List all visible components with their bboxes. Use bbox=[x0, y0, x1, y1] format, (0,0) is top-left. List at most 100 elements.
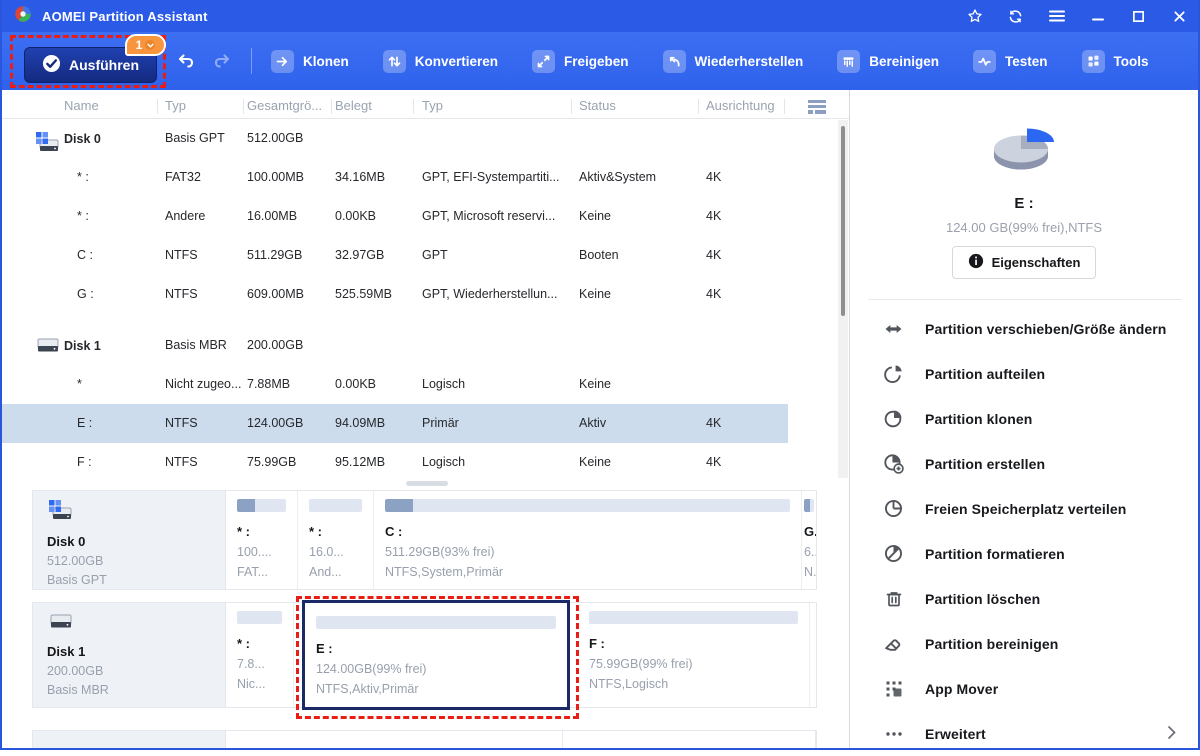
split-partition-icon bbox=[883, 363, 904, 384]
usage-bar bbox=[237, 499, 286, 512]
action-wipe-partition[interactable]: Partition bereinigen bbox=[850, 621, 1198, 666]
undo-icon[interactable] bbox=[174, 49, 198, 73]
table-row-g[interactable]: G : NTFS 609.00MB 525.59MB GPT, Wiederherste… bbox=[2, 275, 788, 314]
disk-gpt-icon bbox=[47, 500, 73, 527]
update-sync-icon[interactable] bbox=[1007, 8, 1024, 25]
pane-splitter-handle[interactable] bbox=[406, 481, 448, 486]
action-clone-partition[interactable]: Partition klonen bbox=[850, 396, 1198, 441]
apply-annotation-box: Ausführen 1 bbox=[10, 34, 166, 88]
maximize-icon[interactable] bbox=[1130, 8, 1147, 25]
col-typ2[interactable]: Typ bbox=[422, 98, 443, 113]
col-belegt[interactable]: Belegt bbox=[335, 98, 372, 113]
check-icon bbox=[42, 54, 61, 76]
list-view-icon[interactable] bbox=[804, 98, 830, 119]
diskmap-partition-unallocated[interactable]: * : 7.8... Nic... bbox=[226, 603, 294, 707]
selected-drive-label: E : bbox=[1014, 195, 1034, 212]
table-row-efi[interactable]: * : FAT32 100.00MB 34.16MB GPT, EFI-Systempa… bbox=[2, 158, 788, 197]
properties-button[interactable]: Eigenschaften bbox=[951, 246, 1097, 279]
app-window: AOMEI Partition Assistant Ausführen 1 Kl… bbox=[0, 0, 1200, 750]
toolbar-button-test[interactable]: Testen bbox=[973, 49, 1048, 73]
redo-icon[interactable] bbox=[210, 49, 234, 73]
share-icon bbox=[532, 49, 556, 73]
more-icon bbox=[883, 723, 904, 744]
action-create-partition[interactable]: Partition erstellen bbox=[850, 441, 1198, 486]
apply-button-label: Ausführen bbox=[69, 57, 139, 73]
format-partition-icon bbox=[883, 543, 904, 564]
action-split-partition[interactable]: Partition aufteilen bbox=[850, 351, 1198, 396]
minimize-icon[interactable] bbox=[1089, 8, 1106, 25]
action-delete-partition[interactable]: Partition löschen bbox=[850, 576, 1198, 621]
diskmap-disk2-partition[interactable] bbox=[563, 731, 816, 748]
toolbar-button-tools[interactable]: Tools bbox=[1081, 49, 1149, 73]
clone-partition-icon bbox=[883, 408, 904, 429]
usage-bar bbox=[237, 611, 282, 624]
table-row-c[interactable]: C : NTFS 511.29GB 32.97GB GPT Booten 4K bbox=[2, 236, 788, 275]
window-title: AOMEI Partition Assistant bbox=[42, 8, 208, 24]
action-panel: E : 124.00 GB(99% frei),NTFS Eigenschaft… bbox=[849, 90, 1198, 748]
toolbar-button-restore[interactable]: Wiederherstellen bbox=[662, 49, 803, 73]
diskmap-partition-g-clipped[interactable]: G. 6.. N. bbox=[802, 491, 816, 589]
wipe-partition-icon bbox=[883, 633, 904, 654]
table-row-f[interactable]: F : NTFS 75.99GB 95.12MB Logisch Keine 4K bbox=[2, 443, 788, 482]
diskmap-disk0-label[interactable]: Disk 0 512.00GB Basis GPT bbox=[33, 491, 226, 589]
diskmap-disk2-partition[interactable] bbox=[226, 731, 563, 748]
panel-divider bbox=[868, 299, 1182, 300]
usage-bar bbox=[385, 499, 790, 512]
allocate-space-icon bbox=[883, 498, 904, 519]
col-name[interactable]: Name bbox=[64, 98, 99, 113]
table-row-disk0[interactable]: Disk 0 Basis GPT 512.00GB bbox=[2, 119, 788, 158]
action-advanced[interactable]: Erweitert bbox=[850, 711, 1198, 756]
toolbar: Ausführen 1 Klonen Konvertieren Freigebe… bbox=[2, 32, 1198, 90]
col-ausrichtung[interactable]: Ausrichtung bbox=[706, 98, 775, 113]
action-app-mover[interactable]: App Mover bbox=[850, 666, 1198, 711]
action-format-partition[interactable]: Partition formatieren bbox=[850, 531, 1198, 576]
diskmap-partition-efi[interactable]: * : 100.... FAT... bbox=[226, 491, 298, 589]
pending-operations-badge[interactable]: 1 bbox=[125, 34, 166, 56]
col-typ[interactable]: Typ bbox=[165, 98, 186, 113]
disk-gpt-icon bbox=[34, 131, 60, 158]
usage-bar bbox=[804, 499, 814, 512]
usage-bar bbox=[309, 499, 362, 512]
selected-drive-summary: 124.00 GB(99% frei),NTFS bbox=[945, 220, 1103, 235]
action-allocate-free-space[interactable]: Freien Speicherplatz verteilen bbox=[850, 486, 1198, 531]
app-logo-icon bbox=[14, 5, 32, 28]
favorite-star-icon[interactable] bbox=[966, 8, 983, 25]
delete-partition-icon bbox=[883, 588, 904, 609]
close-icon[interactable] bbox=[1171, 8, 1188, 25]
diskmap-partition-c[interactable]: C : 511.29GB(93% frei) NTFS,System,Primä… bbox=[374, 491, 802, 589]
disk-list-pane: Name Typ Gesamtgrö... Belegt Typ Status … bbox=[2, 90, 849, 748]
tools-icon bbox=[1081, 49, 1105, 73]
convert-icon bbox=[382, 49, 406, 73]
diskmap-disk1-label[interactable]: Disk 1 200.00GB Basis MBR bbox=[33, 603, 226, 707]
diskmap-disk2-label[interactable] bbox=[33, 731, 226, 748]
table-row-e-selected[interactable]: E : NTFS 124.00GB 94.09MB Primär Aktiv 4K bbox=[2, 404, 788, 443]
toolbar-button-clone[interactable]: Klonen bbox=[271, 49, 349, 73]
toolbar-button-share[interactable]: Freigeben bbox=[532, 49, 629, 73]
diskmap-partition-e-selected[interactable]: E : 124.00GB(99% frei) NTFS,Aktiv,Primär bbox=[302, 600, 570, 710]
toolbar-divider bbox=[251, 48, 252, 74]
table-scrollbar-thumb[interactable] bbox=[841, 126, 845, 316]
diskmap-partition-msr[interactable]: * : 16.0... And... bbox=[298, 491, 374, 589]
table-row-msr[interactable]: * : Andere 16.00MB 0.00KB GPT, Microsoft res… bbox=[2, 197, 788, 236]
toolbar-button-wipe[interactable]: Bereinigen bbox=[837, 49, 939, 73]
badge-chevron-down-icon bbox=[145, 40, 156, 50]
restore-icon bbox=[662, 49, 686, 73]
clone-icon bbox=[271, 49, 294, 73]
disk-mbr-icon bbox=[47, 614, 73, 637]
table-row-disk1[interactable]: Disk 1 Basis MBR 200.00GB bbox=[2, 326, 788, 365]
toolbar-button-convert[interactable]: Konvertieren bbox=[382, 49, 498, 73]
usage-bar bbox=[316, 616, 556, 629]
diskmap-disk1: Disk 1 200.00GB Basis MBR * : 7.8... Nic… bbox=[32, 600, 817, 710]
action-move-resize-partition[interactable]: Partition verschieben/Größe ändern bbox=[850, 306, 1198, 351]
action-list: Partition verschieben/Größe ändern Parti… bbox=[850, 306, 1198, 756]
col-status[interactable]: Status bbox=[579, 98, 616, 113]
info-icon bbox=[968, 253, 984, 272]
diskmap-disk2-partial bbox=[32, 730, 817, 748]
wipe-icon bbox=[837, 49, 861, 73]
badge-count: 1 bbox=[135, 38, 143, 52]
table-row-unallocated[interactable]: * Nicht zugeo... 7.88MB 0.00KB Logisch Keine bbox=[2, 365, 788, 404]
menu-icon[interactable] bbox=[1048, 8, 1065, 25]
diskmap-partition-f[interactable]: F : 75.99GB(99% frei) NTFS,Logisch bbox=[578, 603, 810, 707]
col-gesamtgroesse[interactable]: Gesamtgrö... bbox=[247, 98, 322, 113]
table-scrollbar bbox=[838, 120, 848, 478]
